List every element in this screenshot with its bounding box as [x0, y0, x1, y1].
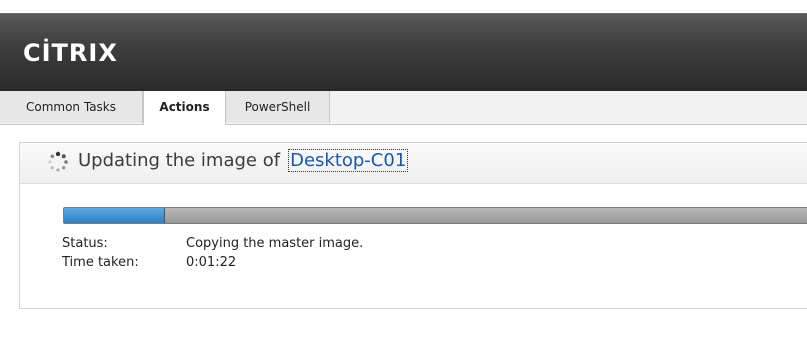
task-panel-header: Updating the image of Desktop-C01	[20, 143, 807, 184]
time-taken-value: 0:01:22	[186, 255, 237, 270]
tab-actions[interactable]: Actions	[143, 91, 226, 125]
loading-spinner-icon	[48, 151, 68, 172]
time-taken-label: Time taken:	[62, 255, 139, 270]
tab-bar: Common Tasks Actions PowerShell	[0, 91, 807, 125]
task-title: Updating the image of Desktop-C01	[78, 149, 409, 172]
task-title-text: Updating the image of	[78, 150, 281, 171]
status-value: Copying the master image.	[186, 236, 364, 251]
progress-bar	[63, 207, 807, 224]
status-label: Status:	[62, 236, 108, 251]
app-header: CİTRIX	[0, 13, 807, 91]
citrix-logo: CİTRIX	[23, 39, 118, 67]
top-strip	[0, 0, 807, 13]
tab-powershell[interactable]: PowerShell	[226, 91, 330, 123]
progress-fill	[64, 208, 165, 223]
tab-common-tasks[interactable]: Common Tasks	[0, 91, 143, 123]
task-panel: Updating the image of Desktop-C01 Status:…	[19, 142, 807, 309]
desktop-link[interactable]: Desktop-C01	[288, 149, 409, 172]
